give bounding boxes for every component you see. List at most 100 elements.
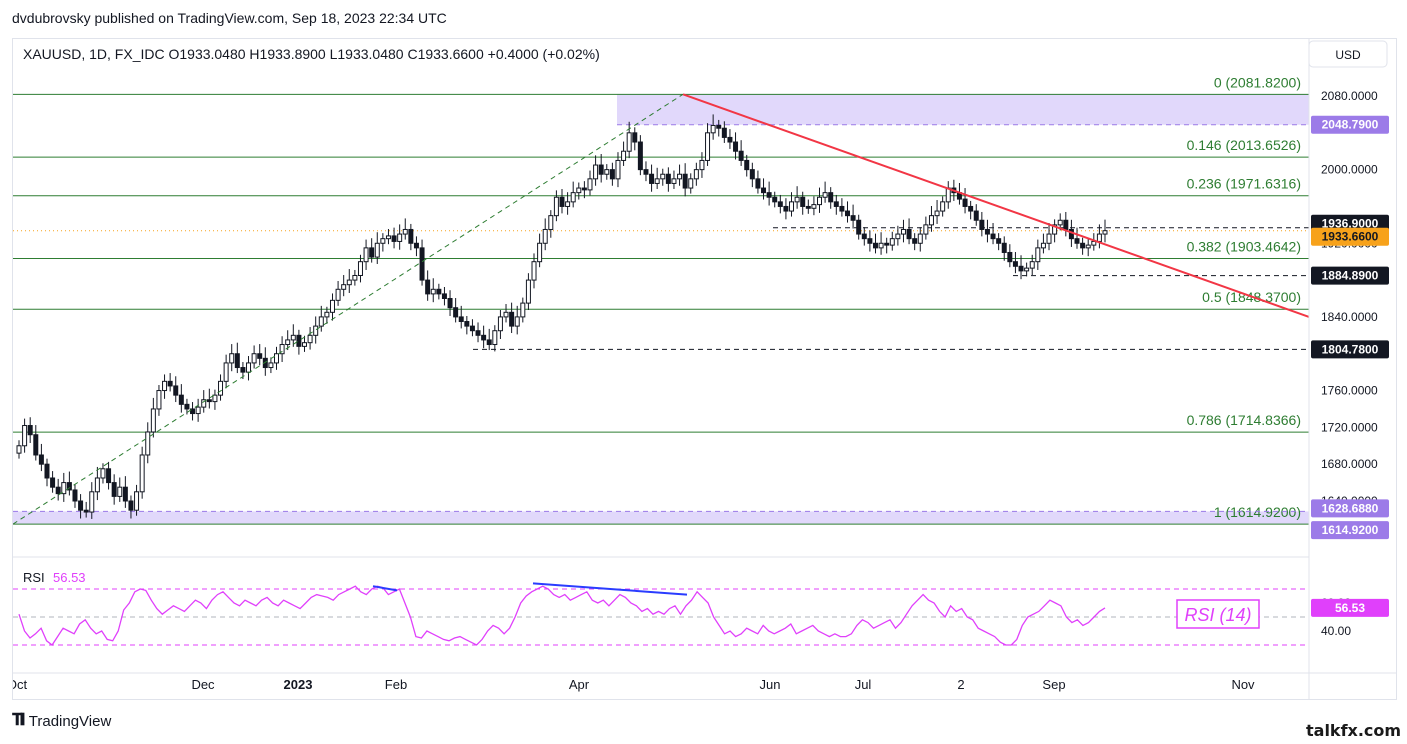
candle-body	[755, 178, 761, 189]
candle-body	[867, 238, 873, 244]
candle-body	[761, 187, 767, 194]
candle-body	[301, 342, 307, 347]
candle-body	[772, 196, 778, 203]
candle-body	[721, 127, 727, 138]
candle-body	[542, 228, 548, 244]
tradingview-logo[interactable]: 𝐓❙ TradingView	[12, 712, 111, 730]
candle-body	[402, 228, 408, 235]
candle-body	[1007, 251, 1013, 263]
time-tick: Oct	[13, 677, 27, 692]
tradingview-brand: TradingView	[28, 712, 112, 730]
candle-body	[850, 215, 856, 221]
chart-frame[interactable]: 0 (2081.8200) 0.146 (2013.6526) 0.236 (197…	[7, 38, 1397, 700]
candle-body	[884, 242, 890, 246]
candle-body	[223, 362, 229, 382]
candle-body	[134, 491, 140, 511]
candle-body	[150, 408, 156, 433]
candle-body	[805, 205, 811, 209]
candle-body	[212, 394, 218, 403]
candle-body	[912, 238, 918, 244]
price-tag-label: 1933.6600	[1322, 230, 1379, 244]
candle-body	[380, 238, 386, 244]
candle-body	[844, 210, 850, 217]
candle-body	[677, 173, 683, 180]
candle-body	[928, 215, 934, 226]
candle-body	[738, 150, 744, 161]
time-tick: Dec	[191, 677, 215, 692]
candle-body	[643, 169, 649, 175]
candle-body	[671, 178, 677, 184]
candle-body	[363, 247, 369, 263]
candle-body	[374, 242, 380, 258]
price-tags: 2048.79001936.90001933.66001884.89001804…	[1311, 115, 1389, 540]
candle-body	[357, 261, 363, 276]
time-tick: Apr	[569, 677, 590, 692]
candle-body	[385, 235, 391, 240]
candle-body	[413, 242, 419, 249]
candle-body	[78, 500, 84, 511]
candle-body	[425, 279, 431, 295]
candle-body	[660, 173, 666, 180]
candle-body	[649, 173, 655, 184]
candle-body	[117, 486, 123, 497]
candle-body	[453, 307, 459, 318]
zone-bottom	[13, 511, 1309, 525]
chart-canvas[interactable]: 0 (2081.8200) 0.146 (2013.6526) 0.236 (197…	[7, 39, 1396, 699]
candle-body	[285, 339, 291, 346]
candle-body	[100, 468, 106, 479]
candle-body	[83, 509, 89, 513]
candle-body	[895, 233, 901, 240]
candle-body	[923, 224, 929, 235]
candle-body	[716, 124, 722, 129]
currency-button[interactable]: USD	[1308, 40, 1388, 68]
candle-body	[218, 380, 224, 396]
candle-body	[481, 334, 487, 341]
candle-body	[346, 279, 352, 286]
candle-body	[878, 242, 884, 249]
price-tick: 1760.0000	[1321, 384, 1378, 398]
rsi-tick: 40.00	[1321, 624, 1351, 638]
candle-body	[290, 334, 296, 341]
candle-body	[766, 192, 772, 198]
candle-body	[654, 178, 660, 184]
candle-body	[195, 406, 201, 415]
candle-body	[33, 434, 39, 456]
candle-body	[430, 288, 436, 295]
candle-body	[1096, 233, 1102, 242]
candle-body	[329, 299, 335, 313]
candle-body	[503, 311, 509, 318]
candle-body	[128, 500, 134, 511]
candle-body	[229, 353, 235, 364]
candle-body	[122, 486, 128, 502]
candle-body	[184, 403, 190, 410]
candle-body	[296, 334, 302, 347]
candle-body	[497, 316, 503, 332]
candle-body	[268, 362, 274, 369]
candle-body	[900, 228, 906, 235]
candle-body	[27, 425, 33, 436]
candle-body	[251, 353, 257, 364]
candle-body	[509, 311, 515, 327]
candle-body	[307, 334, 313, 344]
watermark: talkfx.com	[1306, 721, 1402, 740]
fib-label: 0.146 (2013.6526)	[1187, 137, 1301, 153]
candle-body	[604, 169, 610, 175]
candle-body	[749, 169, 755, 180]
candle-body	[352, 274, 358, 281]
candle-body	[856, 219, 862, 235]
candle-body	[408, 228, 414, 244]
candle-body	[811, 204, 817, 209]
candle-body	[475, 330, 481, 336]
price-tick: 2080.0000	[1321, 89, 1378, 103]
candle-body	[447, 298, 453, 309]
candle-body	[996, 238, 1002, 244]
candle-body	[710, 124, 716, 134]
candle-body	[553, 196, 559, 217]
candle-body	[156, 390, 162, 410]
candle-body	[1080, 242, 1086, 249]
candle-body	[598, 164, 604, 175]
candle-body	[1068, 228, 1074, 240]
candle-body	[665, 173, 671, 184]
candlesticks	[16, 114, 1108, 519]
candle-body	[800, 196, 806, 207]
